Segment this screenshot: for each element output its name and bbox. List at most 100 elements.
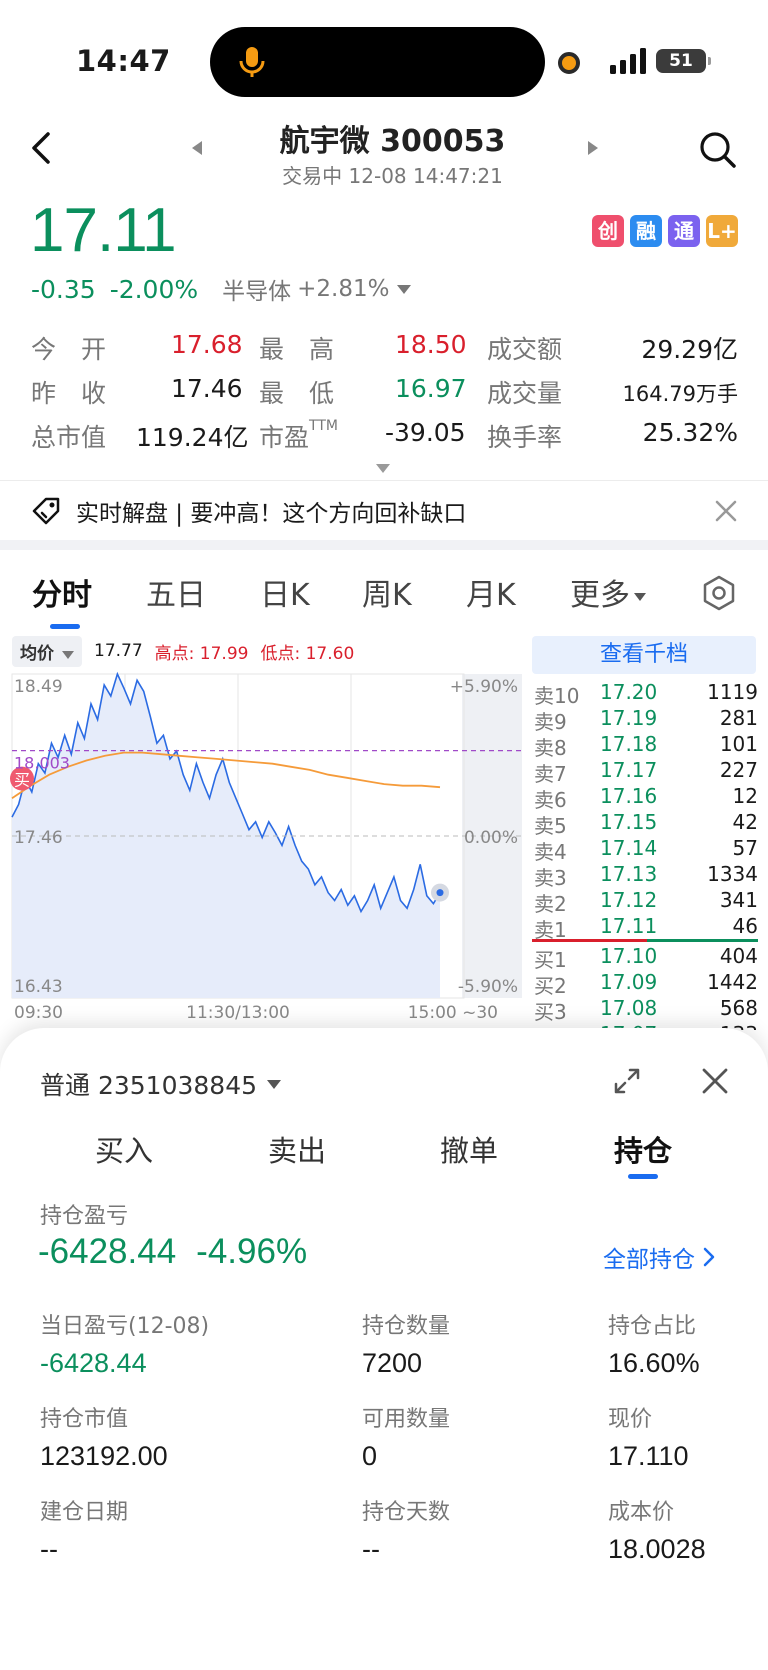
pe-label: 市盈TTM	[259, 418, 338, 454]
tab-weekly-k[interactable]: 周K	[362, 570, 412, 614]
view-depth-button[interactable]: 查看千档	[532, 636, 756, 674]
market-badge[interactable]: 通	[668, 215, 700, 247]
ask-row[interactable]: 卖4 17.14 57	[532, 834, 758, 864]
close-icon[interactable]	[700, 1066, 730, 1096]
market-badges: 创融通 L+	[592, 215, 738, 247]
bid-row[interactable]: 买3 17.08 568	[532, 994, 758, 1024]
book-price: 17.11	[600, 914, 658, 938]
tab-five-day[interactable]: 五日	[146, 570, 206, 614]
position-cell: 建仓日期 --	[40, 1494, 128, 1565]
low-value: 16.97	[395, 374, 467, 403]
trading-status: 交易中 12-08 14:47:21	[282, 164, 503, 188]
ask-row[interactable]: 卖9 17.19 281	[532, 704, 758, 734]
x-axis-label: 15:00 ~30	[408, 1003, 498, 1023]
tab-more[interactable]: 更多	[570, 570, 646, 614]
position-cell-value: -6428.44	[40, 1348, 147, 1378]
book-price: 17.17	[600, 758, 658, 782]
sector-change[interactable]: +2.81%	[297, 276, 389, 302]
position-cell-label: 持仓占比	[608, 1314, 697, 1339]
position-cell-value: 17.110	[608, 1441, 689, 1471]
position-cell-label: 成本价	[608, 1500, 675, 1525]
bid-list: 买117.10404买217.091442买317.08568买417.0713…	[532, 942, 758, 1030]
tab-cancel[interactable]: 撤单	[440, 1128, 498, 1170]
news-banner[interactable]: 实时解盘 | 要冲高！这个方向回补缺口	[0, 481, 768, 539]
bid-row[interactable]: 买2 17.09 1442	[532, 968, 758, 998]
all-positions-label: 全部持仓	[603, 1247, 695, 1273]
x-axis-label: 09:30	[14, 1003, 63, 1023]
book-price: 17.15	[600, 810, 658, 834]
intraday-chart[interactable]: 买18.003 18.49 17.46 16.43 +5.90% 0.00% -5.90% 0…	[0, 666, 530, 1026]
tab-sell[interactable]: 卖出	[268, 1128, 326, 1170]
position-cell-value: --	[40, 1534, 58, 1564]
next-stock-icon[interactable]	[586, 140, 600, 156]
tab-positions[interactable]: 持仓	[614, 1128, 672, 1170]
settings-icon[interactable]	[700, 574, 738, 612]
expand-icon[interactable]	[612, 1066, 642, 1096]
market-badge[interactable]: 创	[592, 215, 624, 247]
position-cell-value: 7200	[362, 1348, 423, 1378]
ask-row[interactable]: 卖5 17.15 42	[532, 808, 758, 838]
banner-text: 实时解盘 | 要冲高！这个方向回补缺口	[76, 501, 467, 527]
chart-legend: 均价 17.77 高点: 17.99 低点: 17.60	[12, 635, 354, 667]
pe-value: -39.05	[385, 418, 466, 447]
status-time: 14:47	[76, 44, 171, 78]
book-volume: 1442	[707, 970, 758, 994]
ask-row[interactable]: 卖3 17.13 1334	[532, 860, 758, 890]
x-axis-label: 11:30/13:00	[186, 1003, 290, 1023]
trade-panel: 普通 2351038845 买入 卖出 撤单 持仓 持仓盈亏 -6428.44-…	[0, 1028, 768, 1670]
quote-row: 昨 收 17.46 最 低 16.97 成交量 164.79万手	[31, 374, 738, 418]
expand-quote-icon[interactable]	[376, 464, 390, 473]
avg-price-selector[interactable]: 均价	[12, 635, 82, 667]
volume-value: 164.79万手	[622, 382, 738, 406]
book-price: 17.08	[600, 996, 658, 1020]
y-axis-pct-label: 0.00%	[464, 828, 518, 848]
book-price: 17.16	[600, 784, 658, 808]
book-price: 17.09	[600, 970, 658, 994]
position-cell: 持仓数量 7200	[362, 1308, 450, 1379]
book-price: 17.20	[600, 680, 658, 704]
book-volume: 341	[719, 888, 758, 912]
ask-row[interactable]: 卖8 17.18 101	[532, 730, 758, 760]
tab-intraday[interactable]: 分时	[32, 570, 92, 614]
bid-row[interactable]: 买1 17.10 404	[532, 942, 758, 972]
tab-monthly-k[interactable]: 月K	[466, 570, 516, 614]
tab-buy[interactable]: 买入	[95, 1128, 153, 1170]
ask-row[interactable]: 卖1 17.11 46	[532, 912, 758, 942]
dynamic-island	[210, 27, 545, 97]
position-cell-value: 0	[362, 1441, 378, 1471]
search-icon[interactable]	[698, 130, 738, 170]
pe-label-text: 市盈	[259, 423, 310, 452]
book-volume: 101	[719, 732, 758, 756]
position-cell: 当日盈亏(12-08) -6428.44	[40, 1308, 209, 1379]
turnover-rate-label: 换手率	[487, 423, 563, 452]
chart-tabs: 分时 五日 日K 周K 月K 更多	[0, 566, 768, 629]
position-pl: -6428.44 -4.96%	[38, 1232, 307, 1272]
account-selector[interactable]: 普通 2351038845	[40, 1066, 282, 1102]
high-point: 高点: 17.99	[154, 643, 249, 664]
turnover-label: 成交额	[487, 335, 563, 364]
sector-dropdown-icon[interactable]	[397, 284, 412, 294]
close-banner-icon[interactable]	[712, 497, 740, 525]
sector-name[interactable]: 半导体	[222, 272, 291, 306]
position-cell: 现价 17.110	[608, 1401, 689, 1472]
back-icon[interactable]	[26, 128, 60, 168]
y-axis-pct-label: +5.90%	[450, 677, 518, 697]
order-book: 查看千档 卖10 17.20 1119 卖9 17.19 281 卖8 17.18 101 卖7 1…	[532, 636, 758, 1030]
tab-more-label: 更多	[570, 578, 630, 613]
ask-row[interactable]: 卖6 17.16 12	[532, 782, 758, 812]
signal-icon	[610, 48, 646, 74]
high-label: 最 高	[259, 335, 335, 364]
market-badge[interactable]: 融	[630, 215, 662, 247]
ask-row[interactable]: 卖2 17.12 341	[532, 886, 758, 916]
book-price: 17.19	[600, 706, 658, 730]
book-volume: 57	[732, 836, 758, 860]
market-badge[interactable]: L+	[706, 215, 738, 247]
ask-row[interactable]: 卖10 17.20 1119	[532, 678, 758, 708]
chevron-down-icon	[267, 1079, 282, 1089]
ask-row[interactable]: 卖7 17.17 227	[532, 756, 758, 786]
open-value: 17.68	[171, 330, 243, 359]
chevron-right-icon	[703, 1247, 715, 1267]
tab-daily-k[interactable]: 日K	[260, 570, 310, 614]
all-positions-link[interactable]: 全部持仓	[603, 1240, 715, 1274]
price-change-pct: -2.00%	[109, 274, 199, 304]
